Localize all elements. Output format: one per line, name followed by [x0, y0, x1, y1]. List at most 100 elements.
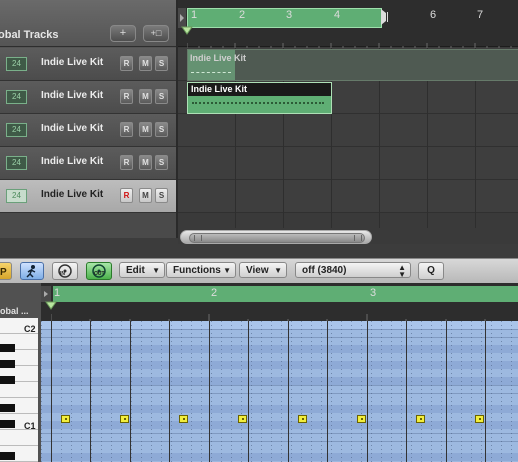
link-icon[interactable]: P [0, 262, 12, 280]
grip-icon [354, 235, 362, 241]
add-folder-button[interactable]: +□ [143, 25, 169, 42]
solo-button[interactable]: S [155, 122, 168, 137]
midi-region-faded[interactable]: Indie Live Kit [187, 49, 518, 81]
grid-beat-line [446, 321, 447, 462]
mute-button[interactable]: M [139, 56, 152, 71]
mute-button[interactable]: M [139, 188, 152, 203]
triangle-down-icon: ▼ [274, 266, 282, 275]
record-enable-button[interactable]: R [120, 155, 133, 170]
track-name[interactable]: Indie Live Kit [41, 189, 103, 200]
note-dot [361, 418, 363, 420]
track-row-selected[interactable]: 24 Indie Live Kit R M S [0, 180, 176, 213]
playhead-icon[interactable] [45, 301, 57, 311]
record-enable-button[interactable]: R [120, 56, 133, 71]
region-title: Indie Live Kit [191, 84, 248, 94]
note-dot [183, 418, 185, 420]
white-key[interactable] [0, 430, 38, 446]
grid-bar-line [209, 321, 210, 462]
track-name[interactable]: Indie Live Kit [41, 123, 103, 134]
record-enable-button[interactable]: R [120, 122, 133, 137]
midi-note[interactable] [120, 415, 129, 423]
mute-button[interactable]: M [139, 89, 152, 104]
region-bar[interactable] [53, 286, 518, 302]
add-track-button[interactable]: + [110, 25, 136, 42]
view-menu[interactable]: View ▼ [239, 262, 287, 278]
note-dot [124, 418, 126, 420]
note-dot [420, 418, 422, 420]
global-tracks-header: obal Tracks + +□ [0, 0, 178, 47]
track-name[interactable]: Indie Live Kit [41, 57, 103, 68]
grid-beat-line [90, 321, 91, 462]
piano-roll-grid[interactable] [41, 321, 518, 462]
cycle-end-marker-icon[interactable] [381, 9, 391, 25]
functions-menu[interactable]: Functions ▼ [166, 262, 236, 278]
track-name[interactable]: Indie Live Kit [41, 90, 103, 101]
solo-button[interactable]: S [155, 188, 168, 203]
solo-button[interactable]: S [155, 89, 168, 104]
black-key[interactable] [0, 376, 15, 384]
midi-in-button[interactable]: IN [52, 262, 78, 280]
solo-button[interactable]: S [155, 56, 168, 71]
track-row[interactable]: 24 Indie Live Kit R M S [0, 147, 176, 180]
edit-menu[interactable]: Edit ▼ [119, 262, 165, 278]
track-lane[interactable] [178, 147, 518, 180]
svg-text:P: P [0, 267, 7, 278]
bar-number: 3 [370, 287, 377, 299]
playhead-icon[interactable] [181, 26, 193, 36]
white-key[interactable] [0, 382, 38, 398]
midi-note[interactable] [61, 415, 70, 423]
horizontal-scrollbar[interactable] [178, 228, 518, 244]
note-dot [242, 418, 244, 420]
note-dot [479, 418, 481, 420]
catch-button[interactable] [20, 262, 44, 280]
midi-out-button[interactable]: OUT [86, 262, 112, 280]
track-name[interactable]: Indie Live Kit [41, 156, 103, 167]
black-key[interactable] [0, 420, 15, 428]
black-key[interactable] [0, 404, 15, 412]
track-number: 24 [6, 90, 27, 104]
ruler-ticks [186, 38, 518, 51]
midi-note[interactable] [475, 415, 484, 423]
bar-number: 1 [54, 287, 61, 299]
track-lane[interactable] [178, 114, 518, 147]
mute-button[interactable]: M [139, 155, 152, 170]
bar-ruler[interactable]: 1 2 3 4 6 7 [178, 0, 518, 51]
grid-bar-line [367, 321, 368, 462]
quantize-button[interactable]: Q [418, 262, 444, 280]
black-key[interactable] [0, 360, 15, 368]
global-tracks-label[interactable]: obal Tracks [0, 29, 59, 41]
track-row[interactable]: 24 Indie Live Kit R M S [0, 81, 176, 114]
mute-button[interactable]: M [139, 122, 152, 137]
edit-menu-label: Edit [126, 265, 145, 276]
midi-region-selected[interactable]: Indie Live Kit [187, 82, 332, 114]
black-key[interactable] [0, 452, 15, 460]
track-row[interactable]: 24 Indie Live Kit R M S [0, 48, 176, 81]
scrollbar-thumb[interactable] [189, 233, 365, 243]
track-row[interactable]: 24 Indie Live Kit R M S [0, 114, 176, 147]
ruler-scroll-handle[interactable] [41, 286, 51, 302]
record-enable-button[interactable]: R [120, 188, 133, 203]
midi-note[interactable] [357, 415, 366, 423]
ruler-scroll-handle[interactable] [178, 8, 186, 28]
midi-note[interactable] [179, 415, 188, 423]
track-lane[interactable] [178, 180, 518, 213]
pane-spacer [0, 238, 178, 258]
midi-in-icon [58, 264, 72, 278]
triangle-down-icon: ▼ [223, 266, 231, 275]
editor-global-label[interactable]: obal ... [0, 306, 29, 316]
cycle-region[interactable] [187, 8, 382, 28]
solo-button[interactable]: S [155, 155, 168, 170]
midi-note[interactable] [238, 415, 247, 423]
midi-note[interactable] [298, 415, 307, 423]
black-key[interactable] [0, 344, 15, 352]
arrange-area[interactable]: 1 2 3 4 6 7 Indie Live Kit Indie Live Ki… [178, 0, 518, 238]
grid-beat-line [485, 321, 486, 462]
piano-roll-toolbar: P IN OUT Edit ▼ Functions ▼ View ▼ off (… [0, 258, 518, 284]
scrollbar-track[interactable] [180, 230, 372, 244]
quantize-select[interactable]: off (3840) ▲ ▼ [295, 262, 411, 279]
piano-keyboard[interactable]: C2 C1 [0, 318, 38, 462]
piano-roll-ruler[interactable]: 1 2 3 [41, 283, 518, 324]
region-title: Indie Live Kit [190, 53, 247, 63]
record-enable-button[interactable]: R [120, 89, 133, 104]
midi-note[interactable] [416, 415, 425, 423]
